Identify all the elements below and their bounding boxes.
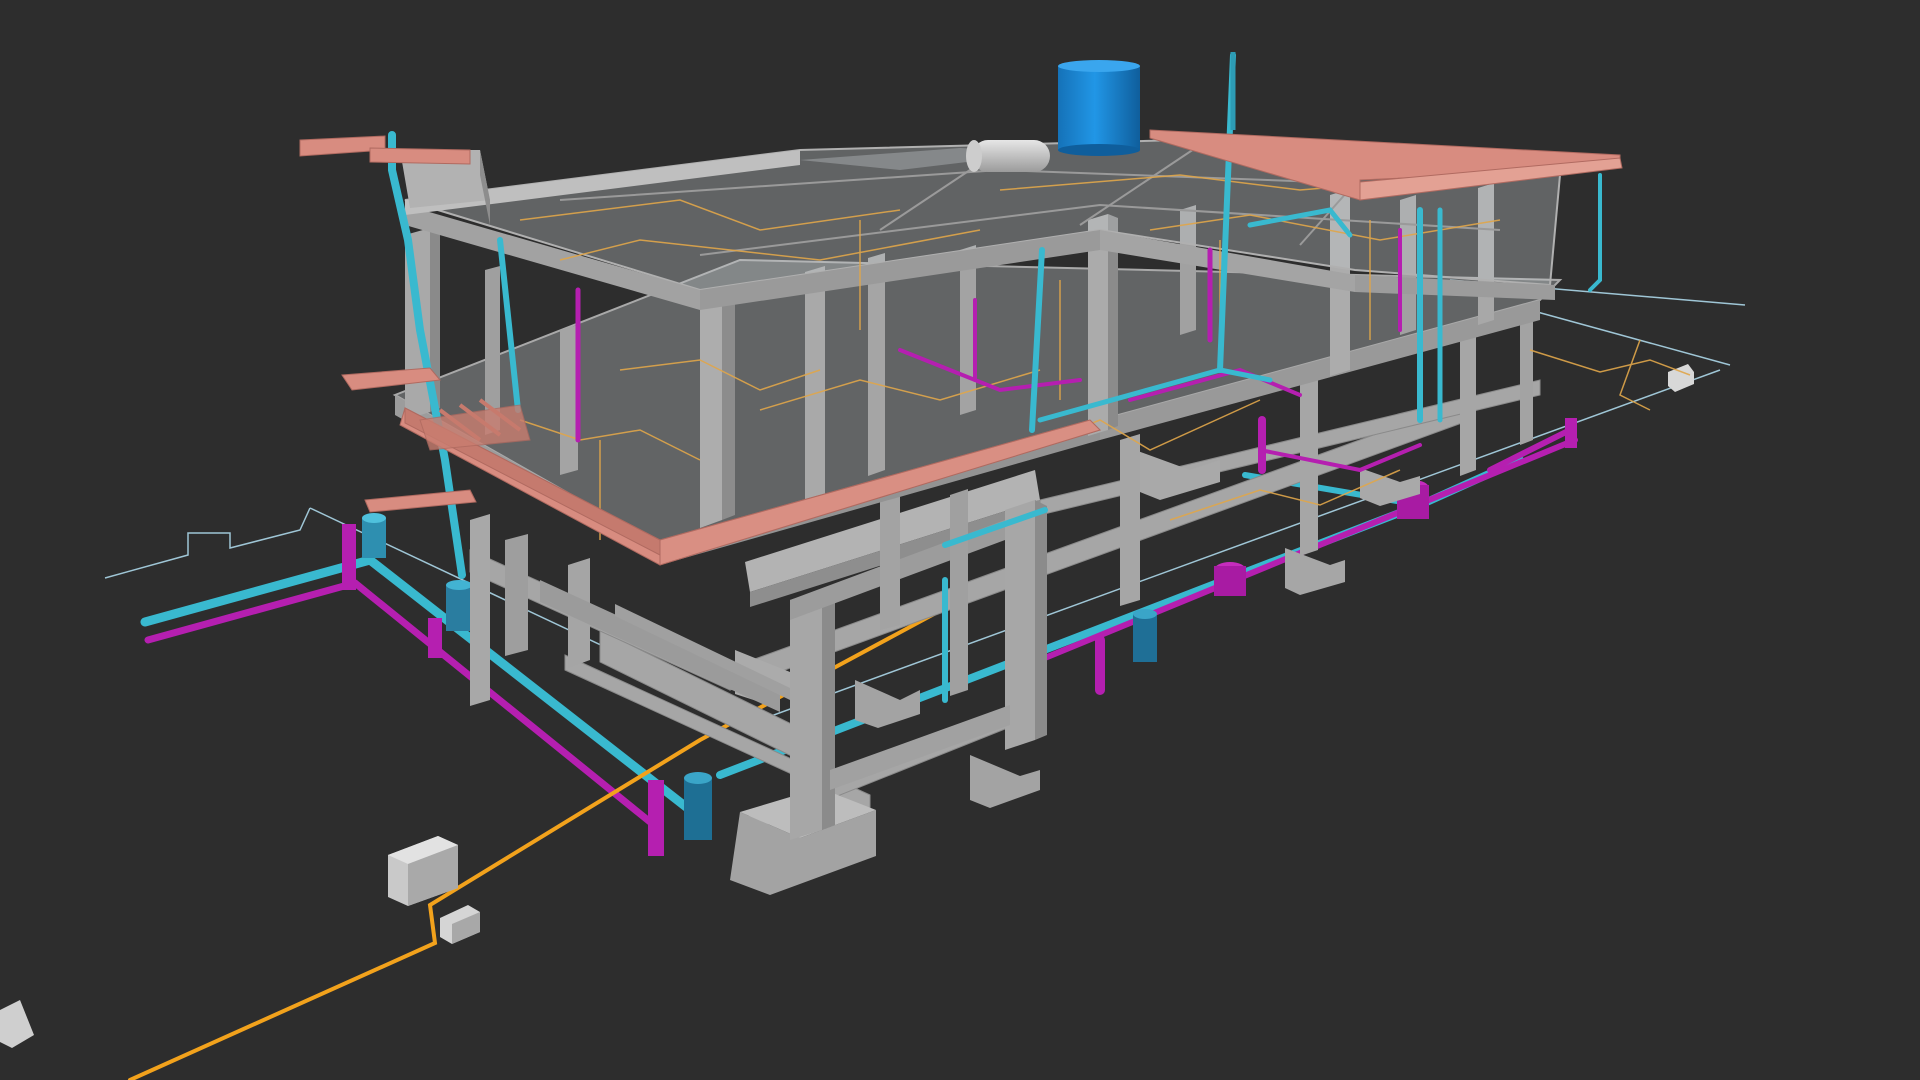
water-tank — [1058, 60, 1140, 156]
bim-building-model[interactable] — [0, 0, 1920, 1080]
bim-model-viewport[interactable] — [0, 0, 1920, 1080]
solar-heater — [966, 140, 1050, 172]
